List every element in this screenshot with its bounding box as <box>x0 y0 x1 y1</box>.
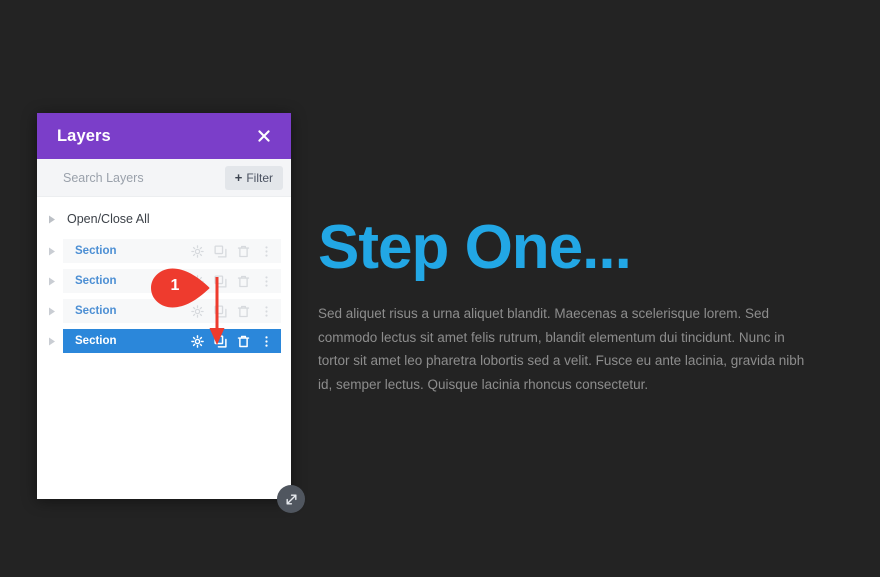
layer-row[interactable]: Section <box>63 269 281 293</box>
caret-right-icon[interactable] <box>47 246 57 256</box>
gear-icon[interactable] <box>191 304 204 318</box>
close-icon[interactable] <box>253 125 275 147</box>
list-item: Section <box>47 239 281 263</box>
list-item: Section <box>47 299 281 323</box>
caret-right-icon[interactable] <box>47 306 57 316</box>
search-input[interactable] <box>63 159 225 196</box>
list-item: Section <box>47 269 281 293</box>
trash-icon[interactable] <box>237 275 250 288</box>
duplicate-icon[interactable] <box>214 274 227 288</box>
duplicate-icon[interactable] <box>214 244 227 258</box>
more-vertical-icon[interactable] <box>260 245 273 258</box>
panel-body: Open/Close All Section Section Section S… <box>37 197 291 499</box>
page-title: Layers <box>57 126 111 145</box>
layer-row-actions <box>191 244 273 258</box>
layer-row-label: Section <box>75 305 117 317</box>
layer-row-label: Section <box>75 335 117 347</box>
panel-header: Layers <box>37 113 291 159</box>
layer-row-actions <box>191 304 273 318</box>
more-vertical-icon[interactable] <box>260 335 273 348</box>
gear-icon[interactable] <box>191 334 204 348</box>
filter-button-label: Filter <box>246 170 273 185</box>
caret-right-icon[interactable] <box>47 336 57 346</box>
duplicate-icon[interactable] <box>214 334 227 348</box>
layer-row-actions <box>191 334 273 348</box>
layer-row-selected[interactable]: Section <box>63 329 281 353</box>
plus-icon: + <box>234 170 243 185</box>
trash-icon[interactable] <box>237 245 250 258</box>
trash-icon[interactable] <box>237 305 250 318</box>
more-vertical-icon[interactable] <box>260 305 273 318</box>
duplicate-icon[interactable] <box>214 304 227 318</box>
layer-row[interactable]: Section <box>63 239 281 263</box>
layer-row[interactable]: Section <box>63 299 281 323</box>
list-item: Section <box>47 329 281 353</box>
content-area: Step One... Sed aliquet risus a urna ali… <box>318 215 816 396</box>
content-heading: Step One... <box>318 213 632 282</box>
search-bar: + Filter <box>37 159 291 197</box>
caret-right-icon[interactable] <box>47 214 57 224</box>
trash-icon[interactable] <box>237 335 250 348</box>
open-close-all-label: Open/Close All <box>67 212 150 226</box>
gear-icon[interactable] <box>191 244 204 258</box>
layer-list: Section Section Section Section <box>37 239 291 353</box>
resize-handle[interactable] <box>277 485 305 513</box>
layer-row-label: Section <box>75 245 117 257</box>
filter-button[interactable]: + Filter <box>224 165 283 190</box>
more-vertical-icon[interactable] <box>260 275 273 288</box>
layer-row-actions <box>191 274 273 288</box>
gear-icon[interactable] <box>191 274 204 288</box>
open-close-all-row[interactable]: Open/Close All <box>37 207 291 231</box>
content-body: Sed aliquet risus a urna aliquet blandit… <box>318 306 805 392</box>
caret-right-icon[interactable] <box>47 276 57 286</box>
layer-row-label: Section <box>75 275 117 287</box>
layers-panel: Layers + Filter Open/Close All <box>37 113 305 513</box>
